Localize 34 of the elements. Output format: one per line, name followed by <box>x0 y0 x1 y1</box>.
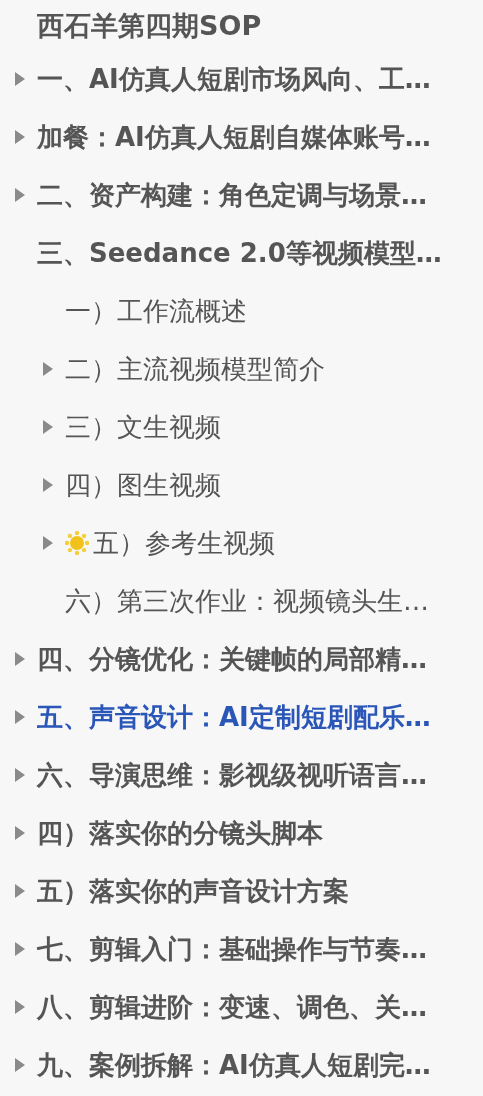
expand-caret-icon[interactable] <box>15 72 25 86</box>
outline-item[interactable]: 九、案例拆解：AI仿真人短剧完… <box>37 1047 431 1083</box>
expand-caret-icon[interactable] <box>43 536 53 550</box>
outline-item[interactable]: 一）工作流概述 <box>65 293 247 329</box>
outline-item[interactable]: 二）主流视频模型简介 <box>65 351 325 387</box>
outline-item[interactable]: 三、Seedance 2.0等视频模型… <box>37 235 442 271</box>
outline-item[interactable]: 三）文生视频 <box>65 409 221 445</box>
outline-item[interactable]: 五、声音设计：AI定制短剧配乐… <box>37 699 431 735</box>
expand-caret-icon[interactable] <box>15 1058 25 1072</box>
expand-caret-icon[interactable] <box>15 942 25 956</box>
outline-item[interactable]: 四、分镜优化：关键帧的局部精… <box>37 641 427 677</box>
expand-caret-icon[interactable] <box>43 420 53 434</box>
expand-caret-icon[interactable] <box>15 826 25 840</box>
outline-item[interactable]: 八、剪辑进阶：变速、调色、关… <box>37 989 427 1025</box>
outline-item[interactable]: 四）落实你的分镜头脚本 <box>37 815 323 851</box>
outline-item[interactable]: 五）参考生视频 <box>93 525 275 561</box>
outline-item[interactable]: 六）第三次作业：视频镜头生… <box>65 583 429 619</box>
expand-caret-icon[interactable] <box>15 710 25 724</box>
expand-caret-icon[interactable] <box>43 478 53 492</box>
outline-title: 西石羊第四期SOP <box>36 9 263 43</box>
expand-caret-icon[interactable] <box>15 130 25 144</box>
outline-item[interactable]: 一、AI仿真人短剧市场风向、工… <box>37 61 431 97</box>
expand-caret-icon[interactable] <box>15 188 25 202</box>
expand-caret-icon[interactable] <box>15 884 25 898</box>
outline-item[interactable]: 六、导演思维：影视级视听语言… <box>37 757 427 793</box>
expand-caret-icon[interactable] <box>43 362 53 376</box>
outline-item[interactable]: 加餐：AI仿真人短剧自媒体账号… <box>37 119 431 155</box>
outline-item[interactable]: 四）图生视频 <box>65 467 221 503</box>
outline-item[interactable]: 七、剪辑入门：基础操作与节奏… <box>37 931 427 967</box>
expand-caret-icon[interactable] <box>15 652 25 666</box>
expand-caret-icon[interactable] <box>15 768 25 782</box>
outline-item[interactable]: 二、资产构建：角色定调与场景… <box>37 177 427 213</box>
expand-caret-icon[interactable] <box>15 1000 25 1014</box>
outline-item[interactable]: 五）落实你的声音设计方案 <box>37 873 349 909</box>
